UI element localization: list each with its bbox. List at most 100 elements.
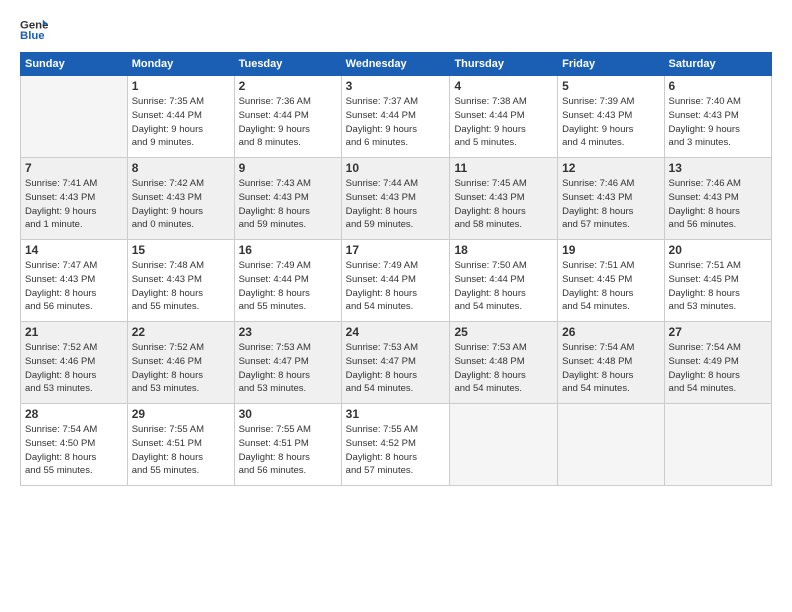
calendar-cell: 8Sunrise: 7:42 AM Sunset: 4:43 PM Daylig… [127, 158, 234, 240]
day-header-wednesday: Wednesday [341, 53, 450, 76]
day-info: Sunrise: 7:46 AM Sunset: 4:43 PM Dayligh… [669, 177, 767, 232]
day-info: Sunrise: 7:37 AM Sunset: 4:44 PM Dayligh… [346, 95, 446, 150]
calendar-cell: 3 Sunrise: 7:37 AM Sunset: 4:44 PM Daylig… [341, 76, 450, 158]
day-info: Sunrise: 7:47 AM Sunset: 4:43 PM Dayligh… [25, 259, 123, 314]
calendar-cell: 11 Sunrise: 7:45 AM Sunset: 4:43 PM Dayli… [450, 158, 558, 240]
header-row: SundayMondayTuesdayWednesdayThursdayFrid… [21, 53, 772, 76]
day-number: 21 [25, 325, 123, 339]
calendar-table: SundayMondayTuesdayWednesdayThursdayFrid… [20, 52, 772, 486]
day-info: Sunrise: 7:42 AM Sunset: 4:43 PM Dayligh… [132, 177, 230, 232]
day-number: 29 [132, 407, 230, 421]
calendar-cell: 13 Sunrise: 7:46 AM Sunset: 4:43 PM Dayli… [664, 158, 771, 240]
day-number: 6 [669, 79, 767, 93]
day-number: 7 [25, 161, 123, 175]
day-info: Sunrise: 7:54 AM Sunset: 4:48 PM Dayligh… [562, 341, 659, 396]
day-info: Sunrise: 7:35 AM Sunset: 4:44 PM Dayligh… [132, 95, 230, 150]
day-info: Sunrise: 7:53 AM Sunset: 4:47 PM Dayligh… [239, 341, 337, 396]
calendar-cell: 1Sunrise: 7:35 AM Sunset: 4:44 PM Daylig… [127, 76, 234, 158]
calendar-cell: 4 Sunrise: 7:38 AM Sunset: 4:44 PM Daylig… [450, 76, 558, 158]
day-info: Sunrise: 7:44 AM Sunset: 4:43 PM Dayligh… [346, 177, 446, 232]
day-number: 9 [239, 161, 337, 175]
svg-text:Blue: Blue [20, 30, 45, 42]
day-header-sunday: Sunday [21, 53, 128, 76]
calendar-cell: 10 Sunrise: 7:44 AM Sunset: 4:43 PM Dayli… [341, 158, 450, 240]
day-number: 14 [25, 243, 123, 257]
calendar-cell [21, 76, 128, 158]
week-row-4: 21 Sunrise: 7:52 AM Sunset: 4:46 PM Dayli… [21, 322, 772, 404]
calendar-cell [558, 404, 664, 486]
calendar-cell: 12 Sunrise: 7:46 AM Sunset: 4:43 PM Dayli… [558, 158, 664, 240]
day-info: Sunrise: 7:54 AM Sunset: 4:49 PM Dayligh… [669, 341, 767, 396]
calendar-cell: 9 Sunrise: 7:43 AM Sunset: 4:43 PM Daylig… [234, 158, 341, 240]
day-info: Sunrise: 7:54 AM Sunset: 4:50 PM Dayligh… [25, 423, 123, 478]
day-number: 13 [669, 161, 767, 175]
calendar-cell: 31 Sunrise: 7:55 AM Sunset: 4:52 PM Dayli… [341, 404, 450, 486]
day-info: Sunrise: 7:45 AM Sunset: 4:43 PM Dayligh… [454, 177, 553, 232]
day-info: Sunrise: 7:38 AM Sunset: 4:44 PM Dayligh… [454, 95, 553, 150]
day-header-thursday: Thursday [450, 53, 558, 76]
logo: General Blue [20, 16, 54, 44]
day-info: Sunrise: 7:50 AM Sunset: 4:44 PM Dayligh… [454, 259, 553, 314]
day-number: 31 [346, 407, 446, 421]
day-info: Sunrise: 7:52 AM Sunset: 4:46 PM Dayligh… [132, 341, 230, 396]
day-number: 11 [454, 161, 553, 175]
day-number: 4 [454, 79, 553, 93]
calendar-cell: 19Sunrise: 7:51 AM Sunset: 4:45 PM Dayli… [558, 240, 664, 322]
calendar-cell: 29 Sunrise: 7:55 AM Sunset: 4:51 PM Dayli… [127, 404, 234, 486]
calendar-cell: 6 Sunrise: 7:40 AM Sunset: 4:43 PM Daylig… [664, 76, 771, 158]
day-info: Sunrise: 7:53 AM Sunset: 4:48 PM Dayligh… [454, 341, 553, 396]
day-info: Sunrise: 7:55 AM Sunset: 4:51 PM Dayligh… [132, 423, 230, 478]
week-row-3: 14 Sunrise: 7:47 AM Sunset: 4:43 PM Dayli… [21, 240, 772, 322]
calendar-cell: 23 Sunrise: 7:53 AM Sunset: 4:47 PM Dayli… [234, 322, 341, 404]
day-number: 23 [239, 325, 337, 339]
calendar-cell: 27 Sunrise: 7:54 AM Sunset: 4:49 PM Dayli… [664, 322, 771, 404]
day-number: 12 [562, 161, 659, 175]
day-info: Sunrise: 7:52 AM Sunset: 4:46 PM Dayligh… [25, 341, 123, 396]
day-info: Sunrise: 7:53 AM Sunset: 4:47 PM Dayligh… [346, 341, 446, 396]
day-info: Sunrise: 7:43 AM Sunset: 4:43 PM Dayligh… [239, 177, 337, 232]
day-info: Sunrise: 7:36 AM Sunset: 4:44 PM Dayligh… [239, 95, 337, 150]
day-info: Sunrise: 7:46 AM Sunset: 4:43 PM Dayligh… [562, 177, 659, 232]
calendar-cell: 7Sunrise: 7:41 AM Sunset: 4:43 PM Daylig… [21, 158, 128, 240]
day-number: 3 [346, 79, 446, 93]
day-header-friday: Friday [558, 53, 664, 76]
week-row-5: 28Sunrise: 7:54 AM Sunset: 4:50 PM Dayli… [21, 404, 772, 486]
calendar-cell: 14 Sunrise: 7:47 AM Sunset: 4:43 PM Dayli… [21, 240, 128, 322]
day-info: Sunrise: 7:51 AM Sunset: 4:45 PM Dayligh… [669, 259, 767, 314]
day-header-tuesday: Tuesday [234, 53, 341, 76]
day-number: 22 [132, 325, 230, 339]
day-number: 18 [454, 243, 553, 257]
day-number: 26 [562, 325, 659, 339]
day-info: Sunrise: 7:55 AM Sunset: 4:51 PM Dayligh… [239, 423, 337, 478]
header: General Blue [20, 16, 772, 44]
day-info: Sunrise: 7:51 AM Sunset: 4:45 PM Dayligh… [562, 259, 659, 314]
calendar-cell: 21 Sunrise: 7:52 AM Sunset: 4:46 PM Dayli… [21, 322, 128, 404]
day-info: Sunrise: 7:49 AM Sunset: 4:44 PM Dayligh… [346, 259, 446, 314]
day-number: 2 [239, 79, 337, 93]
calendar-cell: 26 Sunrise: 7:54 AM Sunset: 4:48 PM Dayli… [558, 322, 664, 404]
calendar-cell: 16 Sunrise: 7:49 AM Sunset: 4:44 PM Dayli… [234, 240, 341, 322]
calendar-cell: 20 Sunrise: 7:51 AM Sunset: 4:45 PM Dayli… [664, 240, 771, 322]
day-info: Sunrise: 7:40 AM Sunset: 4:43 PM Dayligh… [669, 95, 767, 150]
calendar-cell: 15 Sunrise: 7:48 AM Sunset: 4:43 PM Dayli… [127, 240, 234, 322]
day-number: 15 [132, 243, 230, 257]
day-header-saturday: Saturday [664, 53, 771, 76]
day-number: 5 [562, 79, 659, 93]
day-info: Sunrise: 7:49 AM Sunset: 4:44 PM Dayligh… [239, 259, 337, 314]
day-number: 24 [346, 325, 446, 339]
day-number: 25 [454, 325, 553, 339]
day-number: 20 [669, 243, 767, 257]
day-number: 27 [669, 325, 767, 339]
page: General Blue SundayMondayTuesdayWednesda… [0, 0, 792, 612]
calendar-cell: 2 Sunrise: 7:36 AM Sunset: 4:44 PM Daylig… [234, 76, 341, 158]
day-info: Sunrise: 7:48 AM Sunset: 4:43 PM Dayligh… [132, 259, 230, 314]
day-header-monday: Monday [127, 53, 234, 76]
week-row-1: 1Sunrise: 7:35 AM Sunset: 4:44 PM Daylig… [21, 76, 772, 158]
calendar-cell: 24 Sunrise: 7:53 AM Sunset: 4:47 PM Dayli… [341, 322, 450, 404]
calendar-cell: 5Sunrise: 7:39 AM Sunset: 4:43 PM Daylig… [558, 76, 664, 158]
day-info: Sunrise: 7:55 AM Sunset: 4:52 PM Dayligh… [346, 423, 446, 478]
day-number: 16 [239, 243, 337, 257]
day-number: 10 [346, 161, 446, 175]
calendar-cell: 22 Sunrise: 7:52 AM Sunset: 4:46 PM Dayli… [127, 322, 234, 404]
calendar-cell: 30Sunrise: 7:55 AM Sunset: 4:51 PM Dayli… [234, 404, 341, 486]
